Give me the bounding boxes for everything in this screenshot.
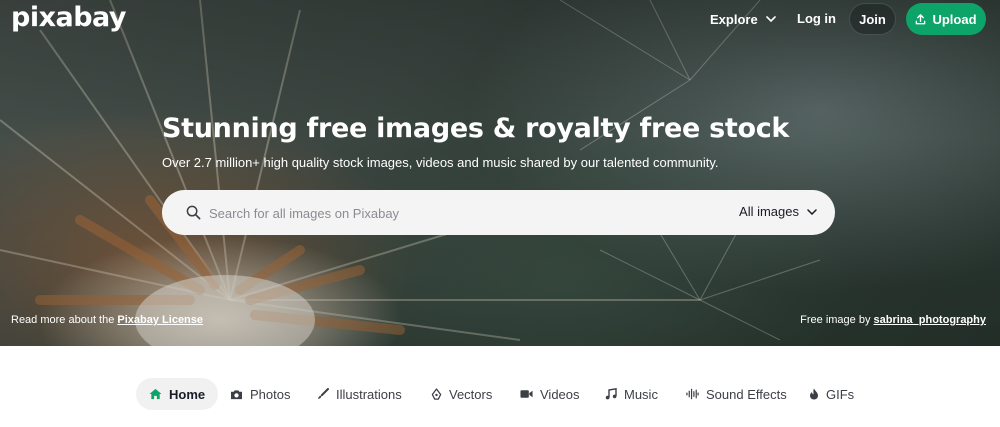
license-note: Read more about the Pixabay License [11,314,203,326]
tab-label: Vectors [449,386,493,402]
credit-prefix: Free image by [800,314,874,326]
explore-menu-button[interactable]: Explore [710,11,776,27]
search-type-dropdown[interactable]: All images [739,204,817,219]
tab-label: Illustrations [336,386,402,402]
hero-subtitle: Over 2.7 million+ high quality stock ima… [162,155,719,170]
tab-label: Videos [540,386,580,402]
pen-nib-icon [431,387,442,400]
flame-icon [810,388,818,400]
video-camera-icon [520,390,533,398]
tab-photos[interactable]: Photos [230,378,290,410]
pixabay-logo[interactable]: pixabay [11,2,127,33]
category-tabs: Home Photos Illustrations Vectors Videos [0,378,1000,410]
tab-label: Home [169,386,206,402]
tab-home[interactable]: Home [136,378,219,410]
upload-button[interactable]: Upload [906,3,986,35]
tab-label: Photos [250,386,291,402]
tab-sound-effects[interactable]: Sound Effects [686,378,787,410]
join-label: Join [859,11,886,27]
camera-icon [231,389,242,399]
brush-icon [318,388,329,399]
home-icon [149,388,162,400]
license-link[interactable]: Pixabay License [117,314,203,326]
search-input[interactable] [209,202,729,224]
credit-link[interactable]: sabrina_photography [874,314,986,326]
tab-gifs[interactable]: GIFs [809,378,854,410]
join-button[interactable]: Join [849,3,896,35]
music-note-icon [605,388,617,400]
hero-title: Stunning free images & royalty free stoc… [162,113,790,144]
license-prefix: Read more about the [11,314,118,326]
tab-label: GIFs [826,386,855,402]
login-link[interactable]: Log in [797,11,836,26]
search-type-label: All images [739,204,799,219]
tab-illustrations[interactable]: Illustrations [317,378,402,410]
tab-label: Sound Effects [706,386,787,402]
chevron-down-icon [807,208,817,215]
hero-banner: pixabay Explore Log in Join Upload Stunn… [0,0,1000,346]
tab-label: Music [624,386,658,402]
explore-label: Explore [710,11,758,27]
upload-label: Upload [932,11,977,27]
tab-vectors[interactable]: Vectors [431,378,492,410]
search-icon[interactable] [186,205,201,220]
tab-videos[interactable]: Videos [520,378,580,410]
chevron-down-icon [765,16,776,22]
search-bar: All images [162,190,835,235]
upload-icon [916,13,926,24]
sound-wave-icon [686,388,699,400]
tab-music[interactable]: Music [605,378,658,410]
image-credit: Free image by sabrina_photography [800,314,986,326]
